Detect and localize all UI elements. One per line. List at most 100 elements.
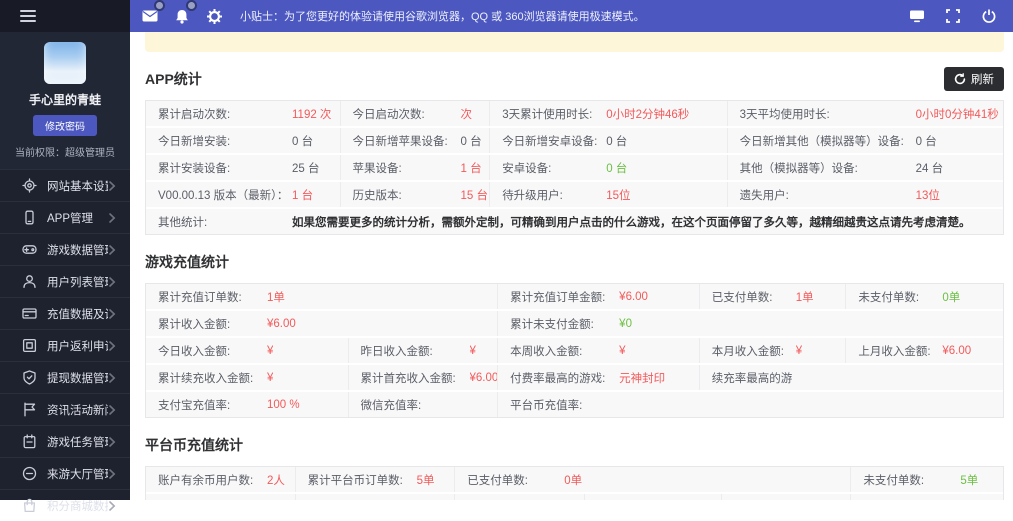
stat-label: 遗失用户: xyxy=(739,189,789,202)
sidebar-item-3[interactable]: 游戏数据管理 xyxy=(0,233,130,265)
stat-cell: 其他统计: 如果您需要更多的统计分析，需额外定制，可精确到用户点击的什么游戏，在这… xyxy=(146,209,1003,234)
stat-cell: 3天累计使用时长: 0小时2分钟46秒 xyxy=(490,101,728,126)
stat-cell: 已支付单数: 1单 xyxy=(700,284,847,309)
bell-badge xyxy=(186,0,197,11)
sidebar-item-6[interactable]: 用户返利申请 xyxy=(0,329,130,361)
sidebar-item-4[interactable]: 用户列表管理 xyxy=(0,265,130,297)
stat-value: 13位 xyxy=(915,189,940,202)
stat-label: 3天平均使用时长: xyxy=(739,108,830,121)
sidebar: 手心里的青蛙 修改密码 当前权限：超级管理员 网站基本设置 APP管理游戏数据管理… xyxy=(0,0,130,513)
table-row: 累计收入金额: ¥6.00 累计未支付金额: ¥0 xyxy=(146,311,1003,338)
stat-cell: 累计续充收入金额: ¥ xyxy=(146,365,349,390)
stat-cell: 今日新增安卓设备: 0 台 xyxy=(490,128,728,153)
profile-panel: 手心里的青蛙 修改密码 当前权限：超级管理员 xyxy=(0,32,130,169)
table-row: 累计安装设备: 25 台 苹果设备: 1 台 安卓设备: 0 台 其他（模拟器等）设备: 24… xyxy=(146,155,1003,182)
stat-label: 未支付单数: xyxy=(863,474,925,487)
stat-value: 2人 xyxy=(267,474,285,487)
sidebar-item-8[interactable]: 资讯活动新闻 xyxy=(0,393,130,425)
refresh-button[interactable]: 刷新 xyxy=(944,67,1004,91)
stat-label: 上月收入金额: xyxy=(858,345,931,358)
stat-value: 次 xyxy=(460,108,473,121)
chevron-right-icon xyxy=(108,276,116,287)
stat-value: 5单 xyxy=(416,474,435,487)
sidebar-item-11[interactable]: 积分商城数据 xyxy=(0,489,130,521)
sidebar-item-7[interactable]: 提现数据管理 xyxy=(0,361,130,393)
stat-label: 平台币充值率: xyxy=(510,399,583,412)
stat-cell: 3天平均使用时长: 0小时0分钟41秒 xyxy=(728,101,1003,126)
stat-cell: 历史版本: 15 台 xyxy=(341,182,491,207)
chevron-right-icon xyxy=(108,468,116,479)
stat-cell: 支付宝充值率: 100 % xyxy=(146,392,349,417)
stat-cell: 微信充值率: xyxy=(349,392,499,417)
stat-value: 0 台 xyxy=(460,135,482,148)
stat-label: 累计未支付金额: xyxy=(510,318,594,331)
stat-value: 1单 xyxy=(267,291,285,304)
stat-value: ¥6.00 xyxy=(267,317,296,330)
stat-value: 如果您需要更多的统计分析，需额外定制，可精确到用户点击的什么游戏，在这个页面停留… xyxy=(292,216,971,229)
gear-icon[interactable] xyxy=(202,4,226,28)
frame-icon xyxy=(22,338,37,353)
clipboard-icon xyxy=(22,434,37,449)
stat-cell: 账户有余币用户数: 2人 xyxy=(146,467,296,492)
chevron-right-icon xyxy=(108,244,116,255)
monitor-icon[interactable] xyxy=(905,4,929,28)
mail-icon[interactable] xyxy=(138,0,165,28)
stat-cell: 未支付单数: 5单 xyxy=(851,467,1003,492)
mail-badge xyxy=(154,0,165,11)
stat-label: 支付宝充值率: xyxy=(158,399,231,412)
stat-label: 已支付单数: xyxy=(711,291,773,304)
username: 手心里的青蛙 xyxy=(28,93,101,107)
stat-label: 累计首充收入金额: xyxy=(360,372,456,385)
table-row: 今日新增安装: 0 台今日新增苹果设备: 0 台今日新增安卓设备: 0 台今日新增其他… xyxy=(146,128,1003,155)
table-row: 今日收入金额: ¥ 昨日收入金额: ¥ 本周收入金额: ¥ 本月收入金额: ¥ 上月收入金额: ¥… xyxy=(146,338,1003,365)
stat-cell: 未支付单数: 0单 xyxy=(846,284,1003,309)
stat-value: ¥6.00 xyxy=(469,371,498,384)
stat-label: 累计充值订单金额: xyxy=(510,291,606,304)
power-icon[interactable] xyxy=(977,4,1001,28)
stat-cell: 累计首充收入金额: ¥6.00 xyxy=(349,365,499,390)
sidebar-item-10[interactable]: 来游大厅管理 xyxy=(0,457,130,489)
sidebar-item-label: 用户列表管理 xyxy=(47,276,108,289)
stat-value: 0小时2分钟46秒 xyxy=(606,108,690,121)
chevron-right-icon xyxy=(108,340,116,351)
stat-cell: 平台币充值率: xyxy=(498,392,1003,417)
stat-value: 25 台 xyxy=(292,162,320,175)
stat-cell: 累计充值订单金额: ¥6.00 xyxy=(498,284,700,309)
sidebar-item-label: 资讯活动新闻 xyxy=(47,404,108,417)
stat-value: 0 台 xyxy=(606,135,628,148)
stat-value: 0小时0分钟41秒 xyxy=(915,108,999,121)
sidebar-item-2[interactable]: APP管理 xyxy=(0,201,130,233)
stat-value: ¥ xyxy=(469,344,476,357)
stat-value: 元神封印 xyxy=(619,372,666,385)
stat-label: 付费率最高的游戏: xyxy=(510,372,606,385)
change-password-button[interactable]: 修改密码 xyxy=(33,115,97,136)
stat-value: ¥ xyxy=(267,344,274,357)
sidebar-item-9[interactable]: 游戏任务管理 xyxy=(0,425,130,457)
sidebar-item-1[interactable]: 网站基本设置 xyxy=(0,169,130,201)
stat-label: 未支付单数: xyxy=(858,291,920,304)
main-content: APP统计 刷新 累计启动次数: 1192 次 今日启动次数: 次 3天累计使用时长: 0小时… xyxy=(130,32,1013,500)
stat-label: 其他（模拟器等）设备: xyxy=(739,162,858,175)
chevron-right-icon xyxy=(108,212,116,223)
table-row: 账户有余币用户数: 2人 累计平台币订单数: 5单 已支付单数: 0单 未支付单数: 5单 xyxy=(146,467,1003,494)
stat-value: ¥ xyxy=(795,344,803,357)
hamburger-menu-icon[interactable] xyxy=(20,10,36,22)
sidebar-item-5[interactable]: 充值数据及设置 xyxy=(0,297,130,329)
stats-table: 账户有余币用户数:2人累计平台币订单数:5单已支付单数:0单未支付单数:5单累计… xyxy=(145,466,1004,500)
stat-value: 5单 xyxy=(960,474,979,487)
stat-cell: 昨日收入金额: ¥ xyxy=(349,338,499,363)
stat-cell: 累计充值订单数: 1单 xyxy=(146,284,499,309)
table-row: 累计续充收入金额: ¥ 累计首充收入金额: ¥6.00 付费率最高的游戏: 元神封印 续充率… xyxy=(146,365,1003,392)
stat-value: 0 台 xyxy=(606,162,628,175)
fullscreen-icon[interactable] xyxy=(941,4,965,28)
sidebar-item-label: 用户返利申请 xyxy=(47,340,108,353)
stat-value: ¥0 xyxy=(619,317,632,330)
stat-label: 今日新增安卓设备: xyxy=(502,135,598,148)
stat-cell: 苹果设备: 1 台 xyxy=(341,155,491,180)
notice-banner xyxy=(145,32,1004,52)
topbar-notice-text: 小贴士：为了您更好的体验请使用谷歌浏览器，QQ 或 360浏览器请使用极速模式。 xyxy=(240,11,645,23)
stat-label: 今日启动次数: xyxy=(352,108,425,121)
stat-cell: 今日新增其他（模拟器等）设备: 0 台 xyxy=(728,128,1003,153)
stat-cell: 上月收入金额: ¥6.00 xyxy=(846,338,1003,363)
bell-icon[interactable] xyxy=(170,0,197,28)
